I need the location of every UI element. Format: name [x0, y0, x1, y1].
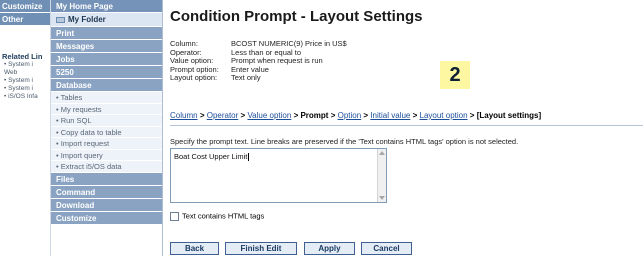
- related-link[interactable]: Web: [0, 69, 50, 77]
- breadcrumb-column[interactable]: Column: [170, 111, 198, 120]
- scroll-up-arrow-icon[interactable]: [379, 151, 385, 155]
- nav-my-folder-label: My Folder: [68, 15, 106, 24]
- breadcrumb-separator: >: [363, 111, 369, 120]
- cancel-button[interactable]: Cancel: [361, 242, 412, 255]
- related-link[interactable]: • System i: [0, 61, 50, 69]
- sidebar-tab-customize[interactable]: Customize: [0, 0, 50, 13]
- back-button[interactable]: Back: [170, 242, 219, 255]
- nav-import-query[interactable]: • Import query: [51, 149, 162, 161]
- nav-import-request[interactable]: • Import request: [51, 138, 162, 150]
- breadcrumb-separator: >: [330, 111, 336, 120]
- prompt-text-area[interactable]: Boat Cost Upper Limit: [170, 148, 387, 203]
- prompt-text-value: Boat Cost Upper Limit: [174, 152, 250, 162]
- main-content: Condition Prompt - Layout Settings Colum…: [170, 0, 643, 256]
- breadcrumb-separator: >: [469, 111, 475, 120]
- html-tags-label: Text contains HTML tags: [182, 211, 265, 221]
- page-title: Condition Prompt - Layout Settings: [170, 8, 423, 25]
- nav-jobs[interactable]: Jobs: [51, 53, 162, 66]
- wizard-breadcrumb: Column > Operator > Value option > Promp…: [170, 111, 541, 120]
- summary-row-layout-option: Layout option: Text only: [170, 73, 347, 83]
- related-link[interactable]: • System i: [0, 85, 50, 93]
- nav-messages[interactable]: Messages: [51, 40, 162, 53]
- breadcrumb-separator: >: [412, 111, 418, 120]
- folder-icon: [56, 16, 65, 23]
- textarea-scrollbar[interactable]: [377, 149, 386, 202]
- breadcrumb-separator: >: [199, 111, 205, 120]
- html-tags-option: Text contains HTML tags: [170, 211, 264, 221]
- apply-button[interactable]: Apply: [304, 242, 355, 255]
- breadcrumb-value-option[interactable]: Value option: [247, 111, 291, 120]
- prompt-instructions: Specify the prompt text. Line breaks are…: [170, 137, 519, 146]
- nav-files[interactable]: Files: [51, 172, 162, 186]
- summary-value: Text only: [231, 73, 261, 82]
- nav-copy-data-to-table[interactable]: • Copy data to table: [51, 126, 162, 138]
- related-links-heading: Related Lin: [2, 52, 43, 61]
- nav-tables[interactable]: • Tables: [51, 92, 162, 104]
- finish-edit-button[interactable]: Finish Edit: [225, 242, 297, 255]
- nav-5250[interactable]: 5250: [51, 66, 162, 79]
- breadcrumb-option[interactable]: Option: [338, 111, 362, 120]
- step-number-callout: 2: [440, 61, 470, 89]
- nav-print[interactable]: Print: [51, 27, 162, 40]
- nav-my-requests[interactable]: • My requests: [51, 103, 162, 115]
- scroll-down-arrow-icon[interactable]: [379, 196, 385, 200]
- summary-label: Layout option:: [170, 73, 218, 82]
- html-tags-checkbox[interactable]: [170, 211, 179, 221]
- breadcrumb-prompt: Prompt: [300, 111, 329, 120]
- sidebar-tab-other[interactable]: Other: [0, 13, 50, 26]
- breadcrumb-separator: >: [293, 111, 299, 120]
- related-link[interactable]: • System i: [0, 77, 50, 85]
- nav-extract-os-data[interactable]: • Extract i5/OS data: [51, 161, 162, 173]
- nav-run-sql[interactable]: • Run SQL: [51, 115, 162, 127]
- prompt-text-content: Boat Cost Upper Limit: [174, 152, 248, 161]
- text-caret: [248, 153, 250, 162]
- navigation-sidebar: My Home Page My Folder Print Messages Jo…: [51, 0, 163, 256]
- nav-my-home-page[interactable]: My Home Page: [51, 0, 162, 13]
- related-link[interactable]: • iS/OS Infa: [0, 93, 50, 101]
- nav-command[interactable]: Command: [51, 185, 162, 199]
- secondary-sidebar: Customize Other Related Lin • System i W…: [0, 0, 51, 256]
- nav-database[interactable]: Database: [51, 79, 162, 92]
- breadcrumb-layout-option[interactable]: Layout option: [420, 111, 468, 120]
- breadcrumb-layout-settings-current: [Layout settings]: [476, 111, 542, 120]
- breadcrumb-operator[interactable]: Operator: [207, 111, 239, 120]
- condition-summary: Column: BCOST NUMERIC(9) Price in US$ Ope…: [170, 39, 347, 83]
- nav-customize[interactable]: Customize: [51, 211, 162, 225]
- nav-my-folder[interactable]: My Folder: [51, 13, 162, 27]
- breadcrumb-separator: >: [240, 111, 246, 120]
- divider: [170, 125, 643, 126]
- nav-download[interactable]: Download: [51, 198, 162, 212]
- breadcrumb-initial-value[interactable]: Initial value: [370, 111, 410, 120]
